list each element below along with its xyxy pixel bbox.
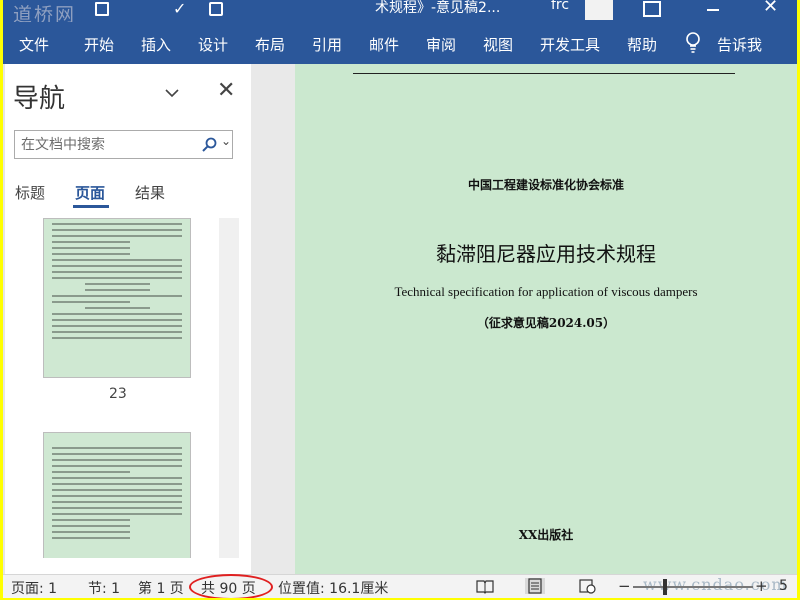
- tab-results[interactable]: 结果: [135, 182, 165, 203]
- document-main-title: 黏滞阻尼器应用技术规程: [436, 242, 656, 266]
- thumbnail-scrollbar[interactable]: [219, 218, 239, 558]
- zoom-in-button[interactable]: +: [755, 577, 768, 595]
- tab-design[interactable]: 设计: [198, 34, 228, 55]
- avatar[interactable]: [585, 0, 613, 20]
- search-box[interactable]: ⌄: [14, 130, 233, 159]
- zoom-slider[interactable]: [633, 586, 753, 588]
- check-icon[interactable]: ✓: [173, 1, 187, 17]
- search-input[interactable]: [21, 134, 191, 156]
- status-position[interactable]: 位置值: 16.1厘米: [278, 578, 388, 598]
- status-bar: 页面: 1 节: 1 第 1 页 共 90 页 位置值: 16.1厘米 www.…: [3, 574, 797, 598]
- print-preview-icon[interactable]: [209, 2, 223, 16]
- highlight-oval: [189, 574, 273, 598]
- navigation-title: 导航: [13, 84, 66, 114]
- status-page[interactable]: 页面: 1: [11, 578, 57, 598]
- tab-insert[interactable]: 插入: [141, 34, 171, 55]
- tab-home[interactable]: 开始: [84, 34, 114, 55]
- tab-mailings[interactable]: 邮件: [369, 34, 399, 55]
- title-bar: 道桥网 ✓ 术规程》-意见稿2... frc ✕: [3, 0, 797, 26]
- draft-note: （征求意见稿2024.05）: [476, 316, 616, 330]
- standard-organization: 中国工程建设标准化协会标准: [467, 178, 624, 192]
- word-window: 道桥网 ✓ 术规程》-意见稿2... frc ✕ 文件 开始 插入 设计 布局 …: [3, 0, 797, 598]
- ribbon-tabs: 文件 开始 插入 设计 布局 引用 邮件 审阅 视图 开发工具 帮助 告诉我: [3, 22, 797, 64]
- tab-review[interactable]: 审阅: [426, 34, 456, 55]
- header-rule: [353, 73, 735, 74]
- print-layout-icon[interactable]: [525, 578, 545, 594]
- minimize-icon[interactable]: [707, 9, 719, 11]
- zoom-level[interactable]: 5: [779, 578, 788, 594]
- tab-headings[interactable]: 标题: [15, 182, 45, 203]
- document-english-title: Technical specification for application …: [394, 284, 698, 299]
- tab-help[interactable]: 帮助: [627, 34, 657, 55]
- web-layout-icon[interactable]: [577, 578, 597, 594]
- chevron-down-icon[interactable]: [165, 86, 179, 100]
- user-name: frc: [551, 0, 570, 13]
- tab-file[interactable]: 文件: [19, 34, 49, 55]
- status-page-of[interactable]: 第 1 页: [138, 578, 184, 598]
- publisher: XX出版社: [518, 528, 574, 542]
- document-title: 术规程》-意见稿2...: [375, 0, 501, 16]
- document-gutter: [251, 64, 295, 574]
- read-mode-icon[interactable]: [475, 578, 495, 594]
- tab-pages[interactable]: 页面: [75, 182, 105, 203]
- document-area: 中国工程建设标准化协会标准 黏滞阻尼器应用技术规程 Technical spec…: [251, 64, 797, 574]
- ribbon-display-options-icon[interactable]: [643, 1, 661, 17]
- active-tab-underline: [73, 205, 109, 208]
- thumbnail-page-number: 23: [109, 386, 127, 402]
- search-options-dropdown-icon[interactable]: ⌄: [221, 134, 231, 148]
- search-icon[interactable]: [201, 137, 217, 153]
- tell-me-search[interactable]: 告诉我: [717, 34, 762, 55]
- tab-developer[interactable]: 开发工具: [540, 34, 600, 55]
- close-window-icon[interactable]: ✕: [763, 0, 778, 17]
- status-section[interactable]: 节: 1: [88, 578, 120, 598]
- page-thumbnail[interactable]: [43, 218, 191, 378]
- tab-view[interactable]: 视图: [483, 34, 513, 55]
- zoom-out-button[interactable]: −: [618, 577, 631, 595]
- zoom-slider-thumb[interactable]: [663, 579, 667, 595]
- tab-references[interactable]: 引用: [312, 34, 342, 55]
- tab-layout[interactable]: 布局: [255, 34, 285, 55]
- navigation-pane: 导航 ✕ ⌄ 标题 页面 结果: [5, 64, 251, 574]
- page-thumbnail[interactable]: [43, 432, 191, 558]
- save-icon[interactable]: [95, 2, 109, 16]
- page-thumbnails: 23: [13, 218, 241, 558]
- document-page[interactable]: 中国工程建设标准化协会标准 黏滞阻尼器应用技术规程 Technical spec…: [295, 64, 797, 574]
- lightbulb-icon[interactable]: [685, 32, 701, 54]
- close-icon[interactable]: ✕: [217, 78, 235, 103]
